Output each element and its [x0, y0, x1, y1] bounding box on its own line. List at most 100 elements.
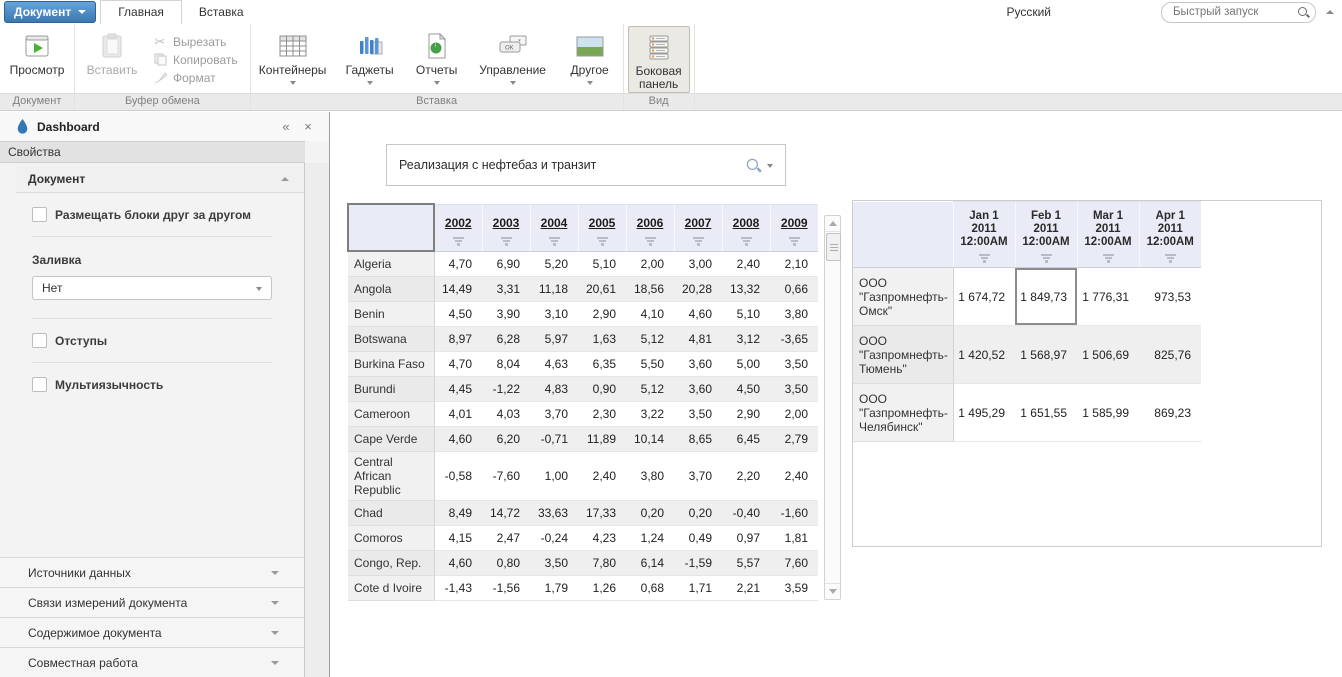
- blocks-checkbox[interactable]: [32, 207, 47, 222]
- data-cell[interactable]: 1,24: [626, 525, 674, 550]
- data-cell[interactable]: -0,40: [722, 500, 770, 525]
- data-cell[interactable]: 1 651,55: [1015, 384, 1077, 442]
- scroll-down-button[interactable]: [825, 583, 840, 599]
- data-cell[interactable]: 20,61: [578, 276, 626, 301]
- data-cell[interactable]: 20,28: [674, 276, 722, 301]
- data-cell[interactable]: 3,50: [770, 351, 818, 376]
- data-cell[interactable]: 1 585,99: [1077, 384, 1139, 442]
- data-cell[interactable]: 8,04: [482, 351, 530, 376]
- quick-search-input[interactable]: [1171, 5, 1297, 19]
- data-cell[interactable]: 5,12: [626, 376, 674, 401]
- data-cell[interactable]: 17,33: [578, 500, 626, 525]
- data-cell[interactable]: 869,23: [1139, 384, 1201, 442]
- data-cell[interactable]: 5,12: [626, 326, 674, 351]
- data-cell[interactable]: 0,20: [674, 500, 722, 525]
- data-cell[interactable]: 973,53: [1139, 268, 1201, 326]
- row-header[interactable]: Botswana: [348, 326, 434, 351]
- data-cell[interactable]: 4,15: [434, 525, 482, 550]
- data-cell[interactable]: 11,18: [530, 276, 578, 301]
- collapse-panel-button[interactable]: «: [275, 119, 297, 134]
- filter-icon[interactable]: [1017, 254, 1076, 263]
- data-cell[interactable]: 4,70: [434, 251, 482, 276]
- data-cell[interactable]: 3,50: [674, 401, 722, 426]
- data-cell[interactable]: 1 506,69: [1077, 326, 1139, 384]
- data-cell[interactable]: 2,40: [578, 451, 626, 500]
- data-cell[interactable]: -1,22: [482, 376, 530, 401]
- filter-icon[interactable]: [1079, 254, 1138, 263]
- data-cell[interactable]: -3,65: [770, 326, 818, 351]
- data-cell[interactable]: 0,66: [770, 276, 818, 301]
- data-cell[interactable]: 4,70: [434, 351, 482, 376]
- filter-icon[interactable]: [772, 237, 818, 246]
- data-cell[interactable]: -1,56: [482, 575, 530, 600]
- row-header[interactable]: Comoros: [348, 525, 434, 550]
- row-header[interactable]: Angola: [348, 276, 434, 301]
- data-cell[interactable]: 8,65: [674, 426, 722, 451]
- filter-icon[interactable]: [628, 237, 673, 246]
- data-cell[interactable]: 3,50: [770, 376, 818, 401]
- data-cell[interactable]: 1 420,52: [953, 326, 1015, 384]
- data-cell[interactable]: -1,59: [674, 550, 722, 575]
- data-cell[interactable]: 8,49: [434, 500, 482, 525]
- row-header[interactable]: Cameroon: [348, 401, 434, 426]
- data-cell[interactable]: 4,50: [722, 376, 770, 401]
- section-header-collapsed-1[interactable]: Связи измерений документа: [0, 587, 305, 617]
- reports-button[interactable]: Отчеты: [409, 26, 465, 93]
- data-cell[interactable]: 2,21: [722, 575, 770, 600]
- corner-cell[interactable]: [853, 202, 953, 268]
- data-cell[interactable]: 4,63: [530, 351, 578, 376]
- app-menu-button[interactable]: Документ: [4, 1, 96, 23]
- row-header[interactable]: ООО "Газпромнефть-Тюмень": [853, 326, 953, 384]
- paste-button[interactable]: Вставить: [79, 26, 145, 93]
- data-cell[interactable]: 4,83: [530, 376, 578, 401]
- data-cell[interactable]: 2,00: [626, 251, 674, 276]
- data-cell[interactable]: 3,90: [482, 301, 530, 326]
- data-cell[interactable]: 3,50: [530, 550, 578, 575]
- date-column-header[interactable]: Apr 1 2011 12:00AM: [1139, 202, 1201, 268]
- data-cell[interactable]: 3,70: [674, 451, 722, 500]
- preview-button[interactable]: Просмотр: [4, 26, 70, 93]
- date-column-header[interactable]: Feb 1 2011 12:00AM: [1015, 202, 1077, 268]
- data-cell[interactable]: 5,10: [722, 301, 770, 326]
- row-header[interactable]: Congo, Rep.: [348, 550, 434, 575]
- filter-icon[interactable]: [724, 237, 769, 246]
- data-cell[interactable]: 1 849,73: [1015, 268, 1077, 326]
- multilang-checkbox[interactable]: [32, 377, 47, 392]
- filter-icon[interactable]: [1141, 254, 1201, 263]
- data-cell[interactable]: 3,60: [674, 351, 722, 376]
- quick-search-box[interactable]: [1161, 2, 1316, 23]
- data-cell[interactable]: 5,00: [722, 351, 770, 376]
- data-cell[interactable]: 7,80: [578, 550, 626, 575]
- data-cell[interactable]: 4,01: [434, 401, 482, 426]
- year-column-header[interactable]: 2002: [434, 204, 482, 251]
- row-header[interactable]: Benin: [348, 301, 434, 326]
- copy-button[interactable]: Копировать: [153, 53, 238, 67]
- tab-home[interactable]: Главная: [100, 0, 182, 25]
- data-cell[interactable]: 3,60: [674, 376, 722, 401]
- data-cell[interactable]: 0,20: [626, 500, 674, 525]
- data-cell[interactable]: 0,49: [674, 525, 722, 550]
- data-cell[interactable]: 2,40: [722, 251, 770, 276]
- data-cell[interactable]: 3,10: [530, 301, 578, 326]
- row-header[interactable]: Algeria: [348, 251, 434, 276]
- data-cell[interactable]: 13,32: [722, 276, 770, 301]
- data-cell[interactable]: 3,31: [482, 276, 530, 301]
- data-cell[interactable]: 7,60: [770, 550, 818, 575]
- data-cell[interactable]: 1 495,29: [953, 384, 1015, 442]
- filter-icon[interactable]: [436, 237, 481, 246]
- data-cell[interactable]: 4,10: [626, 301, 674, 326]
- data-cell[interactable]: 0,80: [482, 550, 530, 575]
- side-panel-scrollbar-track[interactable]: [304, 163, 329, 677]
- corner-cell[interactable]: [348, 204, 434, 251]
- gadgets-button[interactable]: Гаджеты: [337, 26, 403, 93]
- row-header[interactable]: Central African Republic: [348, 451, 434, 500]
- data-cell[interactable]: 0,97: [722, 525, 770, 550]
- section-header-collapsed-0[interactable]: Источники данных: [0, 557, 305, 587]
- data-cell[interactable]: -7,60: [482, 451, 530, 500]
- tab-insert[interactable]: Вставка: [182, 1, 261, 24]
- pivot-vertical-scrollbar[interactable]: [824, 215, 841, 600]
- data-cell[interactable]: 4,60: [674, 301, 722, 326]
- data-cell[interactable]: 8,97: [434, 326, 482, 351]
- format-button[interactable]: Формат: [153, 71, 238, 85]
- year-column-header[interactable]: 2004: [530, 204, 578, 251]
